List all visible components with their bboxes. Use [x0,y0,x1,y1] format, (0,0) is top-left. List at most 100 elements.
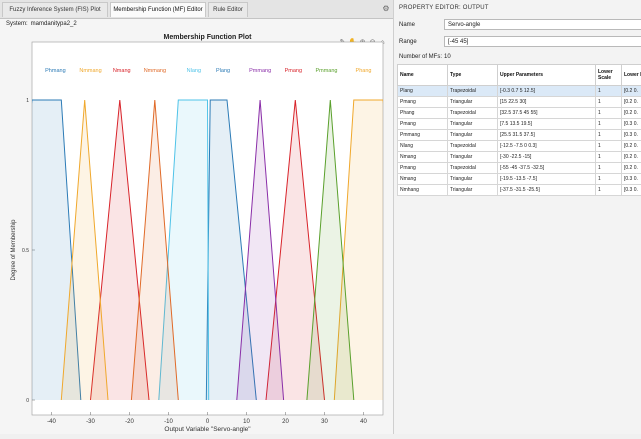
cell-name[interactable]: Phang [398,108,448,119]
cell-upper-parameters[interactable]: [-30 -22.5 -15] [498,152,596,163]
tab-strip: Fuzzy Inference System (FIS) Plot Member… [0,0,393,19]
mf-chart: Membership Function Plot-40-30-20-100102… [0,30,393,434]
range-field[interactable]: [-45 45] [444,36,641,47]
cell-lower-lag[interactable]: [0.2 0. [622,141,641,152]
range-label: Range [399,39,417,45]
system-label: System: [6,21,28,27]
table-row[interactable]: PmangTrapezoidal[-55 -45 -37.5 -32.5]1[0… [398,163,641,174]
cell-lower-lag[interactable]: [0.2 0. [622,152,641,163]
cell-name[interactable]: Nlang [398,141,448,152]
cell-lower-lag[interactable]: [0.2 0. [622,97,641,108]
cell-type[interactable]: Triangular [448,152,498,163]
table-row[interactable]: NmhangTriangular[-37.5 -31.5 -25.5]1[0.3… [398,185,641,196]
col-header-lower-scale[interactable]: Lower Scale [596,65,622,86]
cell-upper-parameters[interactable]: [-55 -45 -37.5 -32.5] [498,163,596,174]
cell-lower-lag[interactable]: [0.3 0. [622,185,641,196]
mf-label: Phmang [45,68,66,74]
cell-name[interactable]: Nmang [398,174,448,185]
cell-type[interactable]: Triangular [448,185,498,196]
cell-type[interactable]: Triangular [448,97,498,108]
cell-lower-scale[interactable]: 1 [596,108,622,119]
cell-name[interactable]: Nmhang [398,185,448,196]
cell-upper-parameters[interactable]: [7.5 13.5 19.5] [498,119,596,130]
cell-lower-scale[interactable]: 1 [596,141,622,152]
nmfs-label: Number of MFs: [399,54,442,60]
x-tick-label: 0 [206,419,210,425]
mf-label: Plang [216,68,230,74]
cell-lower-lag[interactable]: [0.3 0. [622,130,641,141]
mf-plot-area[interactable]: Membership Function Plot-40-30-20-100102… [0,30,393,434]
cell-type[interactable]: Trapezoidal [448,108,498,119]
cell-lower-scale[interactable]: 1 [596,119,622,130]
mf-label: Pmang [285,68,302,74]
cell-lower-scale[interactable]: 1 [596,152,622,163]
x-tick-label: -40 [47,419,56,425]
left-panel: Fuzzy Inference System (FIS) Plot Member… [0,0,394,434]
cell-name[interactable]: Pmang [398,97,448,108]
cell-upper-parameters[interactable]: [32.5 37.5 45 55] [498,108,596,119]
col-header-type[interactable]: Type [448,65,498,86]
cell-lower-scale[interactable]: 1 [596,97,622,108]
cell-type[interactable]: Triangular [448,130,498,141]
cell-type[interactable]: Triangular [448,119,498,130]
cell-lower-scale[interactable]: 1 [596,86,622,97]
table-header-row: Name Type Upper Parameters Lower Scale L… [398,65,641,86]
table-row[interactable]: NmangTriangular[-19.5 -13.5 -7.5]1[0.3 0… [398,174,641,185]
cell-name[interactable]: Plang [398,86,448,97]
cell-lower-scale[interactable]: 1 [596,185,622,196]
cell-upper-parameters[interactable]: [-19.5 -13.5 -7.5] [498,174,596,185]
mf-label: Pmmang [249,68,271,74]
x-axis-label: Output Variable "Servo-angle" [164,426,251,433]
table-row[interactable]: PmangTriangular[15 22.5 30]1[0.2 0. [398,97,641,108]
table-row[interactable]: NmangTriangular[-30 -22.5 -15]1[0.2 0. [398,152,641,163]
x-tick-label: 30 [321,419,328,425]
table-row[interactable]: PlangTrapezoidal[-0.3 0.7 5 12.5]1[0.2 0… [398,86,641,97]
name-field[interactable]: Servo-angle [444,19,641,30]
cell-upper-parameters[interactable]: [15 22.5 30] [498,97,596,108]
cell-type[interactable]: Trapezoidal [448,86,498,97]
x-tick-label: -30 [86,419,95,425]
mf-curves [0,100,393,400]
cell-lower-scale[interactable]: 1 [596,130,622,141]
mf-label: Nmmang [79,68,101,74]
col-header-name[interactable]: Name [398,65,448,86]
table-row[interactable]: PmmangTriangular[25.5 31.5 37.5]1[0.3 0. [398,130,641,141]
cell-name[interactable]: Pmmang [398,130,448,141]
y-tick-label: 1 [26,98,29,104]
cell-lower-scale[interactable]: 1 [596,174,622,185]
cell-lower-lag[interactable]: [0.2 0. [622,86,641,97]
cell-upper-parameters[interactable]: [-12.5 -7.5 0 0.3] [498,141,596,152]
cell-type[interactable]: Triangular [448,174,498,185]
col-header-upper-parameters[interactable]: Upper Parameters [498,65,596,86]
mf-label: Phang [356,68,372,74]
table-row[interactable]: PhangTrapezoidal[32.5 37.5 45 55]1[0.2 0… [398,108,641,119]
cell-lower-lag[interactable]: [0.2 0. [622,163,641,174]
x-tick-label: 40 [360,419,367,425]
cell-lower-lag[interactable]: [0.3 0. [622,119,641,130]
cell-type[interactable]: Trapezoidal [448,163,498,174]
mf-label: Nmmang [144,68,166,74]
cell-name[interactable]: Nmang [398,152,448,163]
col-header-lower-lag[interactable]: Lower Lag [622,65,641,86]
cell-lower-lag[interactable]: [0.2 0. [622,108,641,119]
tab-rule-editor[interactable]: Rule Editor [208,2,248,17]
cell-lower-lag[interactable]: [0.3 0. [622,174,641,185]
mf-table: Name Type Upper Parameters Lower Scale L… [397,64,641,196]
y-tick-label: 0 [26,398,29,404]
cell-name[interactable]: Pmang [398,119,448,130]
x-tick-label: -10 [164,419,173,425]
table-row[interactable]: PmangTriangular[7.5 13.5 19.5]1[0.3 0. [398,119,641,130]
cell-name[interactable]: Pmang [398,163,448,174]
cell-upper-parameters[interactable]: [25.5 31.5 37.5] [498,130,596,141]
cell-type[interactable]: Trapezoidal [448,141,498,152]
mf-label: Nmang [113,68,131,74]
cell-upper-parameters[interactable]: [-0.3 0.7 5 12.5] [498,86,596,97]
tab-mf-editor[interactable]: Membership Function (MF) Editor [110,2,206,17]
cell-upper-parameters[interactable]: [-37.5 -31.5 -25.5] [498,185,596,196]
table-row[interactable]: NlangTrapezoidal[-12.5 -7.5 0 0.3]1[0.2 … [398,141,641,152]
gear-icon[interactable]: ⚙ [380,3,392,15]
tab-fis-plot[interactable]: Fuzzy Inference System (FIS) Plot [2,2,108,17]
property-editor-header: PROPERTY EDITOR: OUTPUT [399,5,489,11]
name-label: Name [399,22,415,28]
cell-lower-scale[interactable]: 1 [596,163,622,174]
